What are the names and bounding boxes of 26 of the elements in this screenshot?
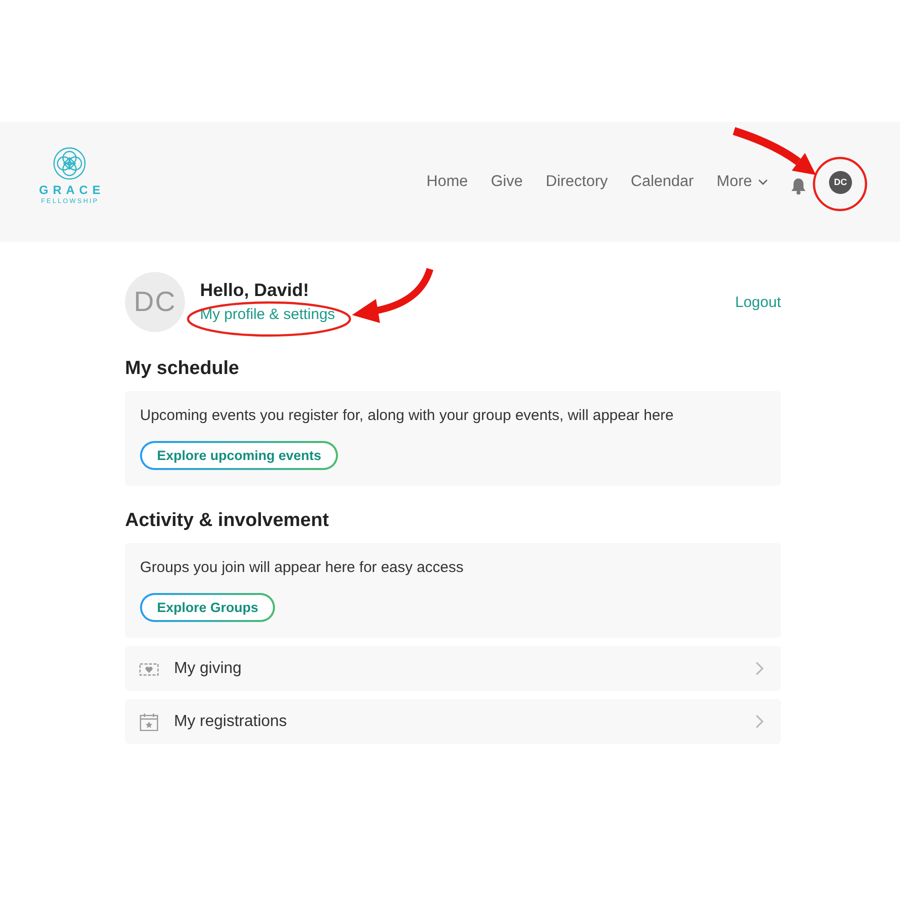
nav-link[interactable]: Calendar xyxy=(630,173,694,191)
nav-dropdown[interactable]: More xyxy=(716,173,768,191)
explore-button[interactable]: Explore Groups xyxy=(140,593,276,622)
calendar-star-icon xyxy=(139,712,159,730)
bell-icon[interactable] xyxy=(790,178,807,194)
greeting: Hello, David! xyxy=(200,279,310,301)
empty-message: Groups you join will appear here for easy access xyxy=(140,558,464,578)
chevron-right-icon xyxy=(755,714,764,729)
logout-link[interactable]: Logout xyxy=(735,294,781,310)
nav-link[interactable]: Home xyxy=(426,173,468,191)
menu-row[interactable]: My giving xyxy=(125,646,781,691)
user-avatar[interactable]: DC xyxy=(829,170,852,194)
logo-icon xyxy=(53,147,86,180)
profile-avatar: DC xyxy=(125,272,185,332)
chevron-down-icon xyxy=(758,179,768,185)
empty-message: Upcoming events you register for, along with your group events, will appear here xyxy=(140,406,675,426)
nav-link[interactable]: Directory xyxy=(546,173,608,191)
section-title: Activity & involvement xyxy=(125,509,330,533)
nav-link[interactable]: Give xyxy=(490,173,523,191)
menu-row[interactable]: My registrations xyxy=(125,699,781,744)
row-label: My giving xyxy=(174,660,242,678)
chevron-right-icon xyxy=(755,661,764,676)
logo-name: GRACE xyxy=(38,183,105,197)
row-label: My registrations xyxy=(174,712,287,730)
explore-button[interactable]: Explore upcoming events xyxy=(140,441,338,470)
section-title: My schedule xyxy=(125,357,240,381)
